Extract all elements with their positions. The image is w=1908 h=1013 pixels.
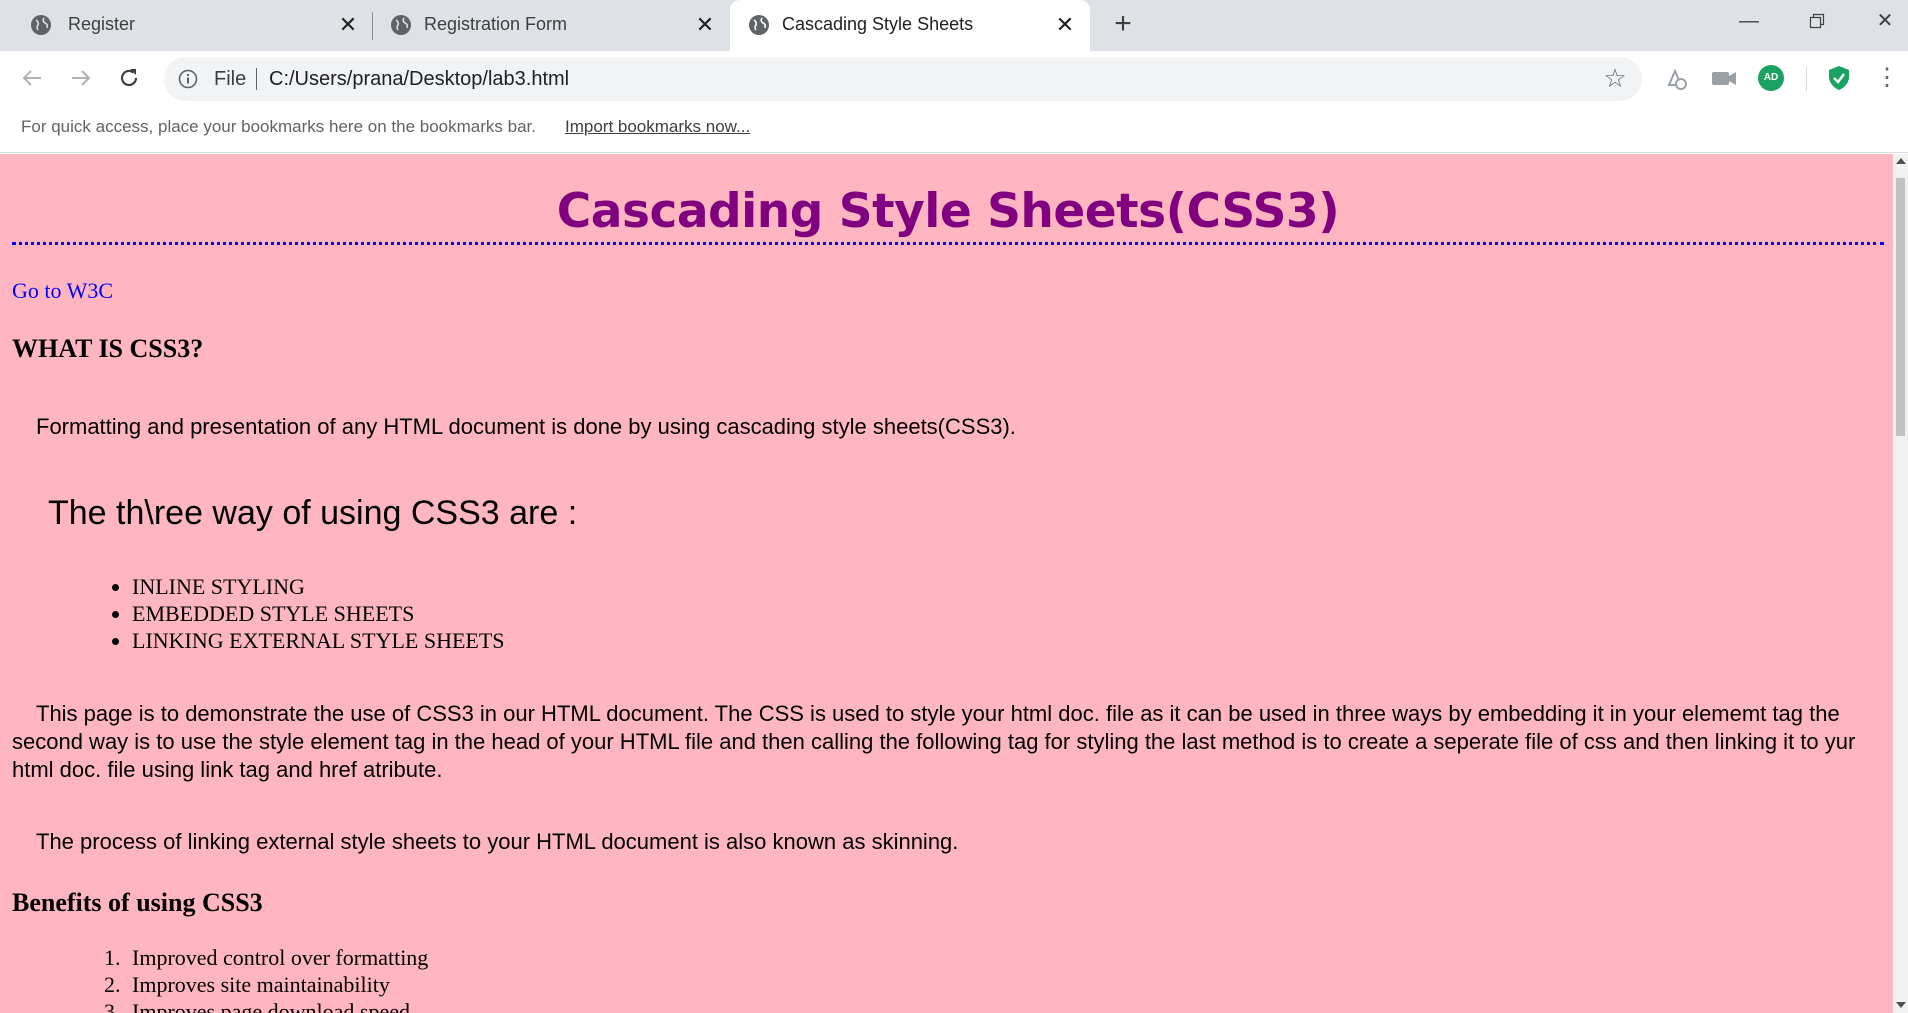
reload-button[interactable] bbox=[112, 61, 146, 95]
list-item: 2. Improves site maintainability bbox=[104, 972, 390, 997]
kebab-menu-icon[interactable]: ⋮ bbox=[1874, 63, 1900, 93]
minimize-button[interactable]: — bbox=[1729, 6, 1769, 36]
list-item: 3. Improves page download speed bbox=[104, 999, 410, 1013]
tab-strip: Register ✕ Registration Form ✕ Cascading… bbox=[0, 0, 1908, 51]
benefits-heading: Benefits of using CSS3 bbox=[12, 888, 263, 917]
close-window-button[interactable]: ✕ bbox=[1865, 6, 1905, 36]
restore-icon bbox=[1809, 13, 1825, 29]
bookmark-star-icon[interactable]: ☆ bbox=[1602, 65, 1628, 91]
list-item: INLINE STYLING bbox=[112, 573, 505, 600]
adguard-extension-icon[interactable]: AD bbox=[1758, 65, 1784, 91]
back-button[interactable] bbox=[15, 61, 49, 95]
globe-icon bbox=[391, 15, 411, 35]
restore-button[interactable] bbox=[1797, 6, 1837, 36]
benefits-list: 1. Improved control over formatting 2. Imp… bbox=[104, 944, 429, 1013]
arrow-left-icon bbox=[22, 70, 41, 86]
scheme-label: File bbox=[214, 68, 247, 90]
bullet bbox=[112, 611, 119, 618]
tab-title: Registration Form bbox=[424, 14, 568, 34]
intro-paragraph: Formatting and presentation of any HTML … bbox=[36, 414, 1016, 439]
skinning-paragraph: The process of linking external style sh… bbox=[36, 829, 959, 854]
close-icon[interactable]: ✕ bbox=[1052, 12, 1078, 38]
close-icon[interactable]: ✕ bbox=[692, 12, 718, 38]
shield-check-icon[interactable] bbox=[1824, 63, 1854, 93]
bullet bbox=[112, 584, 119, 591]
drive-extension-icon[interactable] bbox=[1660, 63, 1690, 93]
info-icon[interactable] bbox=[178, 69, 198, 89]
close-icon[interactable]: ✕ bbox=[335, 12, 361, 38]
video-camera-icon[interactable] bbox=[1709, 63, 1739, 93]
scroll-down-arrow-icon[interactable] bbox=[1896, 1002, 1906, 1008]
w3c-link[interactable]: Go to W3C bbox=[12, 278, 113, 304]
bullet bbox=[112, 638, 119, 645]
what-is-heading: WHAT IS CSS3? bbox=[12, 334, 204, 363]
list-item: 1. Improved control over formatting bbox=[104, 945, 429, 970]
tab-title: Cascading Style Sheets bbox=[782, 14, 974, 34]
browser-toolbar: File C:/Users/prana/Desktop/lab3.html ☆ … bbox=[0, 51, 1908, 105]
bookmarks-message: For quick access, place your bookmarks h… bbox=[21, 117, 536, 136]
globe-icon bbox=[31, 15, 51, 35]
forward-button[interactable] bbox=[64, 61, 98, 95]
tab-cascading-style-sheets[interactable]: Cascading Style Sheets ✕ bbox=[730, 0, 1090, 51]
title-dotted-rule bbox=[12, 242, 1884, 245]
page-viewport: Cascading Style Sheets(CSS3) Go to W3C W… bbox=[0, 154, 1893, 1013]
bookmarks-bar: For quick access, place your bookmarks h… bbox=[0, 105, 1908, 153]
demo-paragraph: This page is to demonstrate the use of C… bbox=[12, 701, 1856, 782]
address-bar[interactable]: File C:/Users/prana/Desktop/lab3.html ☆ bbox=[164, 57, 1642, 101]
new-tab-button[interactable]: + bbox=[1108, 9, 1138, 40]
page-title: Cascading Style Sheets(CSS3) bbox=[556, 184, 1340, 239]
scroll-up-arrow-icon[interactable] bbox=[1896, 158, 1906, 164]
tab-register[interactable]: Register ✕ bbox=[0, 0, 362, 51]
url-text[interactable]: C:/Users/prana/Desktop/lab3.html bbox=[269, 68, 569, 91]
vertical-scrollbar[interactable] bbox=[1893, 154, 1908, 1013]
scrollbar-thumb[interactable] bbox=[1896, 178, 1905, 436]
ways-heading: The th\ree way of using CSS3 are : bbox=[48, 494, 578, 532]
reload-icon bbox=[120, 69, 138, 87]
omnibox-divider bbox=[256, 68, 257, 90]
toolbar-divider bbox=[1806, 67, 1807, 91]
globe-icon bbox=[749, 15, 769, 35]
tab-title: Register bbox=[68, 14, 136, 34]
list-item: EMBEDDED STYLE SHEETS bbox=[112, 600, 505, 627]
tab-registration-form[interactable]: Registration Form ✕ bbox=[372, 0, 730, 51]
list-item: LINKING EXTERNAL STYLE SHEETS bbox=[112, 627, 505, 654]
ways-list: INLINE STYLING EMBEDDED STYLE SHEETS LIN… bbox=[112, 573, 505, 654]
arrow-right-icon bbox=[72, 70, 91, 86]
import-bookmarks-link[interactable]: Import bookmarks now... bbox=[565, 117, 750, 137]
